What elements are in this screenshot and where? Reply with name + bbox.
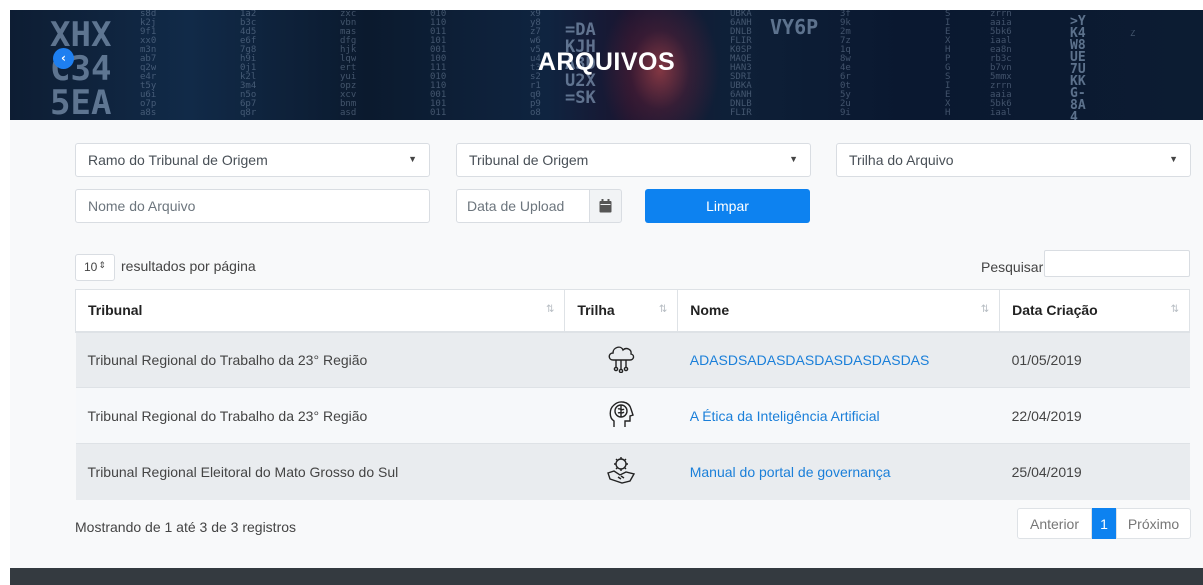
nome-arquivo-input[interactable]: Nome do Arquivo <box>75 189 430 223</box>
nome-cell: Manual do portal de governança <box>677 443 1000 500</box>
sort-icon: ⇅ <box>980 304 990 315</box>
data-upload-input[interactable]: Data de Upload <box>456 189 590 223</box>
file-link[interactable]: Manual do portal de governança <box>690 464 891 480</box>
table-row: Tribunal Regional do Trabalho da 23° Reg… <box>75 387 1190 444</box>
brain-head-icon <box>609 401 635 427</box>
sort-icon: ⇅ <box>545 304 555 315</box>
column-header-trilha[interactable]: Trilha ⇅ <box>564 289 679 333</box>
header-banner: XHX C34 5EA =DA KJH A3D U2X =SK VY6P s8d… <box>10 10 1203 120</box>
page-length-value: 10 <box>84 260 98 274</box>
table-info: Mostrando de 1 até 3 de 3 registros <box>75 519 297 535</box>
updown-icon: ⇕ <box>98 260 106 270</box>
tribunal-cell: Tribunal Regional Eleitoral do Mato Gros… <box>75 443 565 500</box>
page-1-button[interactable]: 1 <box>1092 508 1116 539</box>
nome-cell: ADASDSADASDASDASDASDASDAS <box>677 331 1000 388</box>
table-row: Tribunal Regional Eleitoral do Mato Gros… <box>75 443 1190 500</box>
trilha-arquivo-label: Trilha do Arquivo <box>849 152 954 168</box>
page-length-control: 10 ⇕ resultados por página <box>75 254 256 281</box>
tribunal-origem-select[interactable]: Tribunal de Origem ▼ <box>456 143 811 177</box>
data-cell: 22/04/2019 <box>999 387 1190 444</box>
data-upload-group: Data de Upload <box>456 189 622 223</box>
column-header-tribunal[interactable]: Tribunal ⇅ <box>74 289 566 333</box>
column-label: Nome <box>690 302 730 319</box>
page: XHX C34 5EA =DA KJH A3D U2X =SK VY6P s8d… <box>10 10 1203 585</box>
nome-cell: A Ética da Inteligência Artificial <box>677 387 1000 444</box>
handshake-gear-icon <box>607 457 636 484</box>
previous-page-button[interactable]: Anterior <box>1017 508 1092 539</box>
sort-icon: ⇅ <box>658 304 668 315</box>
column-label: Data Criação <box>1012 302 1098 319</box>
limpar-button[interactable]: Limpar <box>645 189 810 223</box>
arquivos-table: Tribunal ⇅ Trilha ⇅ Nome ⇅ Data Criação ⇅ Tr… <box>74 289 1190 500</box>
trilha-cell <box>564 443 678 500</box>
chevron-down-icon: ▼ <box>1169 154 1178 164</box>
data-upload-placeholder: Data de Upload <box>467 198 565 214</box>
table-row: Tribunal Regional do Trabalho da 23° Reg… <box>75 331 1190 388</box>
chevron-down-icon: ▼ <box>408 154 417 164</box>
page-footer <box>10 568 1203 585</box>
page-length-suffix: resultados por página <box>121 258 256 275</box>
calendar-button[interactable] <box>589 189 622 223</box>
table-header-row: Tribunal ⇅ Trilha ⇅ Nome ⇅ Data Criação ⇅ <box>74 289 1190 333</box>
search-label: Pesquisar <box>981 259 1044 275</box>
column-label: Tribunal <box>88 302 143 319</box>
cloud-network-icon <box>608 346 635 374</box>
trilha-cell <box>564 387 678 444</box>
file-link[interactable]: A Ética da Inteligência Artificial <box>690 408 880 424</box>
trilha-cell <box>564 331 678 388</box>
data-cell: 25/04/2019 <box>999 443 1190 500</box>
page-title: ARQUIVOS <box>537 48 676 76</box>
chevron-down-icon: ▼ <box>789 154 798 164</box>
tribunal-cell: Tribunal Regional do Trabalho da 23° Reg… <box>75 387 565 444</box>
tribunal-origem-label: Tribunal de Origem <box>469 152 589 168</box>
calendar-icon <box>599 199 612 213</box>
search-input[interactable] <box>1044 250 1190 277</box>
column-label: Trilha <box>577 302 615 319</box>
column-header-data-criacao[interactable]: Data Criação ⇅ <box>999 289 1190 333</box>
nome-arquivo-placeholder: Nome do Arquivo <box>88 198 196 214</box>
banner-deco: VY6P <box>770 15 819 39</box>
ramo-tribunal-label: Ramo do Tribunal de Origem <box>88 152 268 168</box>
ramo-tribunal-select[interactable]: Ramo do Tribunal de Origem ▼ <box>75 143 430 177</box>
page-length-select[interactable]: 10 ⇕ <box>75 254 115 281</box>
next-page-button[interactable]: Próximo <box>1116 508 1191 539</box>
file-link[interactable]: ADASDSADASDASDASDASDASDAS <box>690 352 930 368</box>
sort-icon: ⇅ <box>1170 304 1179 315</box>
trilha-arquivo-select[interactable]: Trilha do Arquivo ▼ <box>836 143 1191 177</box>
tribunal-cell: Tribunal Regional do Trabalho da 23° Reg… <box>75 331 565 388</box>
column-header-nome[interactable]: Nome ⇅ <box>677 289 1001 333</box>
data-cell: 01/05/2019 <box>999 331 1190 388</box>
